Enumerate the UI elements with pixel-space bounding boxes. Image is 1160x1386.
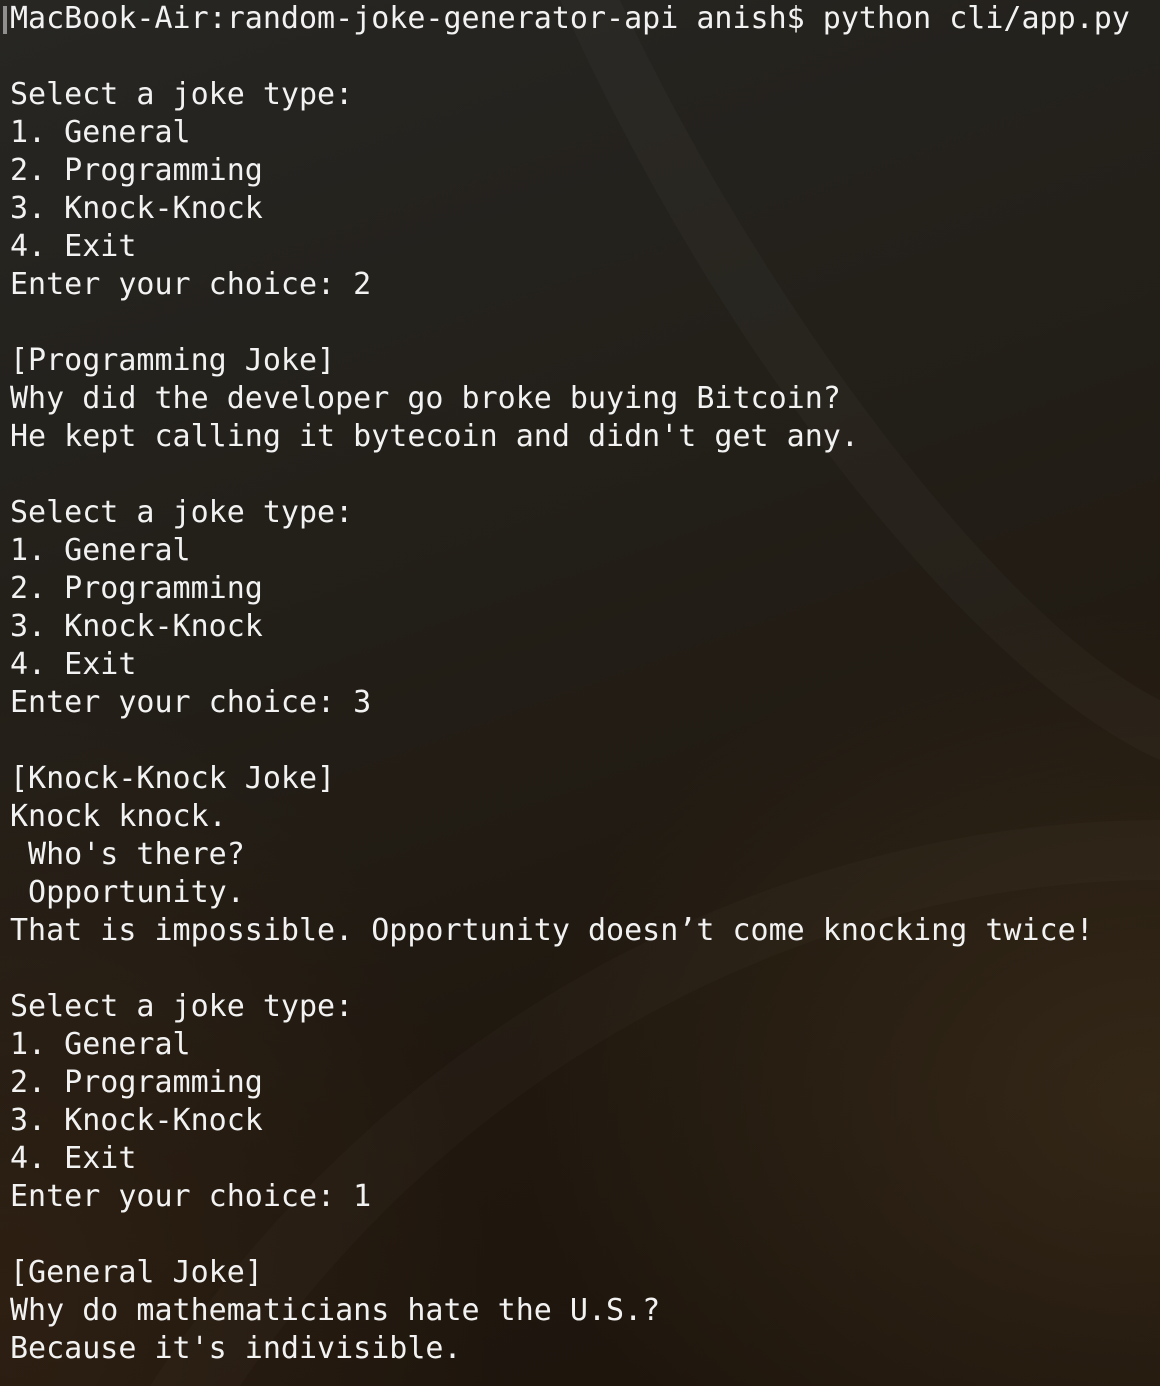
output-line: Knock knock.: [10, 799, 227, 834]
terminal-output: MacBook-Air:random-joke-generator-api an…: [10, 0, 1160, 1368]
output-line: 4. Exit: [10, 647, 137, 682]
output-line: Why did the developer go broke buying Bi…: [10, 381, 841, 416]
output-line: He kept calling it bytecoin and didn't g…: [10, 419, 859, 454]
output-line: Who's there?: [10, 837, 245, 872]
output-line: 1. General: [10, 1027, 191, 1062]
output-line: Why do mathematicians hate the U.S.?: [10, 1293, 661, 1328]
output-line: Because it's indivisible.: [10, 1331, 462, 1366]
output-line: Select a joke type:: [10, 495, 354, 530]
output-line: [Knock-Knock Joke]: [10, 761, 336, 796]
output-line: 4. Exit: [10, 229, 137, 264]
output-line: [Programming Joke]: [10, 343, 336, 378]
terminal-cursor-mark: [3, 6, 7, 34]
output-line: 3. Knock-Knock: [10, 1103, 263, 1138]
prompt-line: MacBook-Air:random-joke-generator-api an…: [10, 1, 1130, 36]
output-line: 1. General: [10, 533, 191, 568]
output-line: Select a joke type:: [10, 989, 354, 1024]
output-line: Enter your choice: 3: [10, 685, 372, 720]
output-line: 3. Knock-Knock: [10, 609, 263, 644]
output-line: 3. Knock-Knock: [10, 191, 263, 226]
terminal-window[interactable]: MacBook-Air:random-joke-generator-api an…: [0, 0, 1160, 1386]
output-line: 1. General: [10, 115, 191, 150]
output-line: [General Joke]: [10, 1255, 263, 1290]
output-line: Opportunity.: [10, 875, 245, 910]
output-line: 4. Exit: [10, 1141, 137, 1176]
output-line: Enter your choice: 2: [10, 267, 372, 302]
output-line: Select a joke type:: [10, 77, 354, 112]
output-line: Enter your choice: 1: [10, 1179, 372, 1214]
output-line: 2. Programming: [10, 1065, 263, 1100]
output-line: 2. Programming: [10, 153, 263, 188]
output-line: That is impossible. Opportunity doesn’t …: [10, 913, 1094, 948]
output-line: 2. Programming: [10, 571, 263, 606]
